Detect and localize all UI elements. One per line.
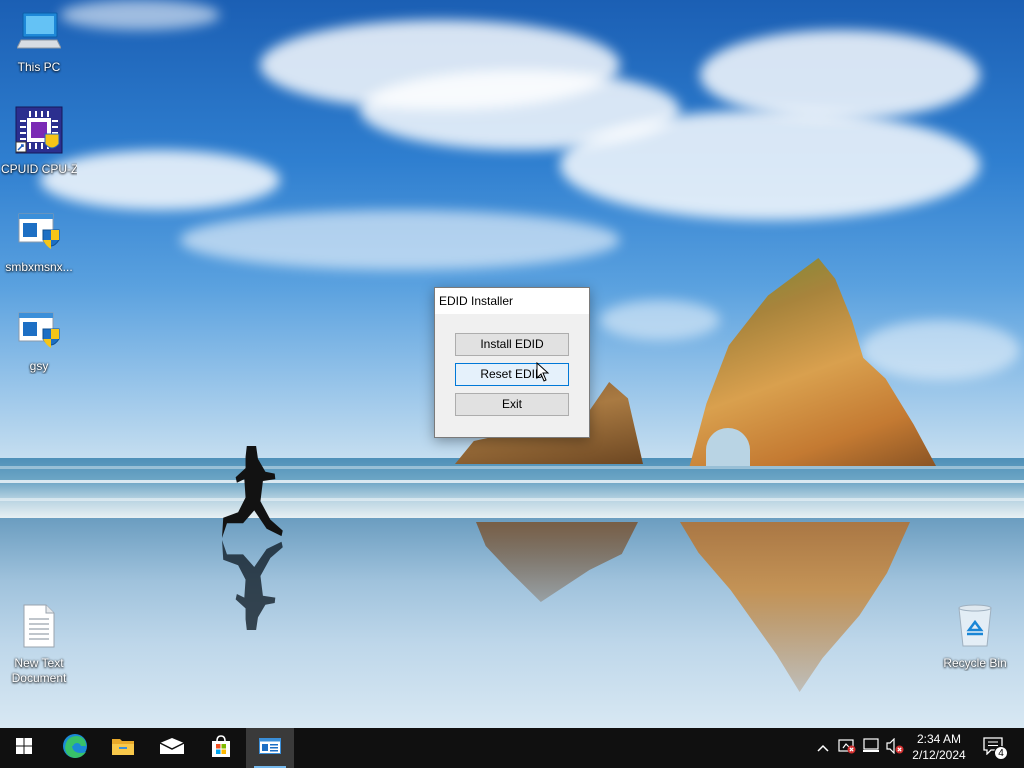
tray-network[interactable] bbox=[860, 728, 882, 768]
taskbar-clock[interactable]: 2:34 AM 2/12/2024 bbox=[906, 731, 972, 763]
desktop-icon-smbxmsnx[interactable]: smbxmsnx... bbox=[1, 212, 77, 275]
taskbar-file-explorer[interactable] bbox=[99, 728, 147, 768]
desktop-icon-label: This PC bbox=[17, 60, 61, 74]
volume-muted-icon bbox=[886, 737, 904, 759]
desktop-icon-label: Recycle Bin bbox=[943, 656, 1007, 670]
installer-shield-icon bbox=[1, 311, 77, 356]
desktop-icon-gsy[interactable]: gsy bbox=[1, 311, 77, 374]
clock-time: 2:34 AM bbox=[916, 732, 962, 746]
exit-button[interactable]: Exit bbox=[455, 393, 569, 416]
desktop-icon-recycle-bin[interactable]: Recycle Bin bbox=[937, 602, 1013, 671]
desktop-icon-cpu-z[interactable]: CPUID CPU-Z bbox=[1, 106, 77, 177]
notification-count-badge: 4 bbox=[994, 746, 1008, 760]
store-icon bbox=[209, 734, 233, 763]
edge-icon bbox=[62, 733, 88, 764]
desktop-icon-label: CPUID CPU-Z bbox=[1, 162, 77, 176]
edid-installer-dialog: EDID Installer Install EDID Reset EDID E… bbox=[434, 287, 590, 438]
text-document-icon bbox=[1, 604, 77, 653]
dialog-title: EDID Installer bbox=[435, 288, 589, 314]
computer-icon bbox=[1, 10, 77, 57]
mouse-pointer-icon bbox=[536, 361, 550, 387]
installer-shield-icon bbox=[1, 212, 77, 257]
chevron-up-icon bbox=[817, 739, 829, 757]
reset-edid-button[interactable]: Reset EDID bbox=[455, 363, 569, 386]
taskbar-store[interactable] bbox=[197, 728, 245, 768]
windows-logo-icon bbox=[16, 737, 32, 759]
folder-icon bbox=[111, 736, 135, 761]
wallpaper-sea bbox=[0, 458, 1024, 518]
desktop-icon-this-pc[interactable]: This PC bbox=[1, 10, 77, 75]
app-window-icon bbox=[259, 737, 281, 759]
tray-volume[interactable] bbox=[884, 728, 906, 768]
install-edid-button[interactable]: Install EDID bbox=[455, 333, 569, 356]
taskbar: 2:34 AM 2/12/2024 bbox=[0, 728, 1024, 768]
desktop-icon-label: New Text Document bbox=[11, 656, 67, 685]
clock-date: 2/12/2024 bbox=[912, 748, 966, 762]
mail-icon bbox=[159, 737, 185, 760]
desktop-icon-label: gsy bbox=[29, 359, 49, 373]
taskbar-edge[interactable] bbox=[51, 728, 99, 768]
security-warning-icon bbox=[838, 738, 856, 759]
recycle-bin-icon bbox=[937, 602, 1013, 653]
desktop-icon-label: smbxmsnx... bbox=[5, 260, 73, 274]
taskbar-mail[interactable] bbox=[148, 728, 196, 768]
desktop-icon-new-text-document[interactable]: New Text Document bbox=[1, 604, 77, 686]
network-icon bbox=[862, 737, 880, 759]
start-button[interactable] bbox=[0, 728, 48, 768]
taskbar-edid-installer[interactable] bbox=[246, 728, 294, 768]
show-hidden-icons-button[interactable] bbox=[814, 728, 832, 768]
cpu-z-icon bbox=[1, 106, 77, 159]
tray-security[interactable] bbox=[836, 728, 858, 768]
